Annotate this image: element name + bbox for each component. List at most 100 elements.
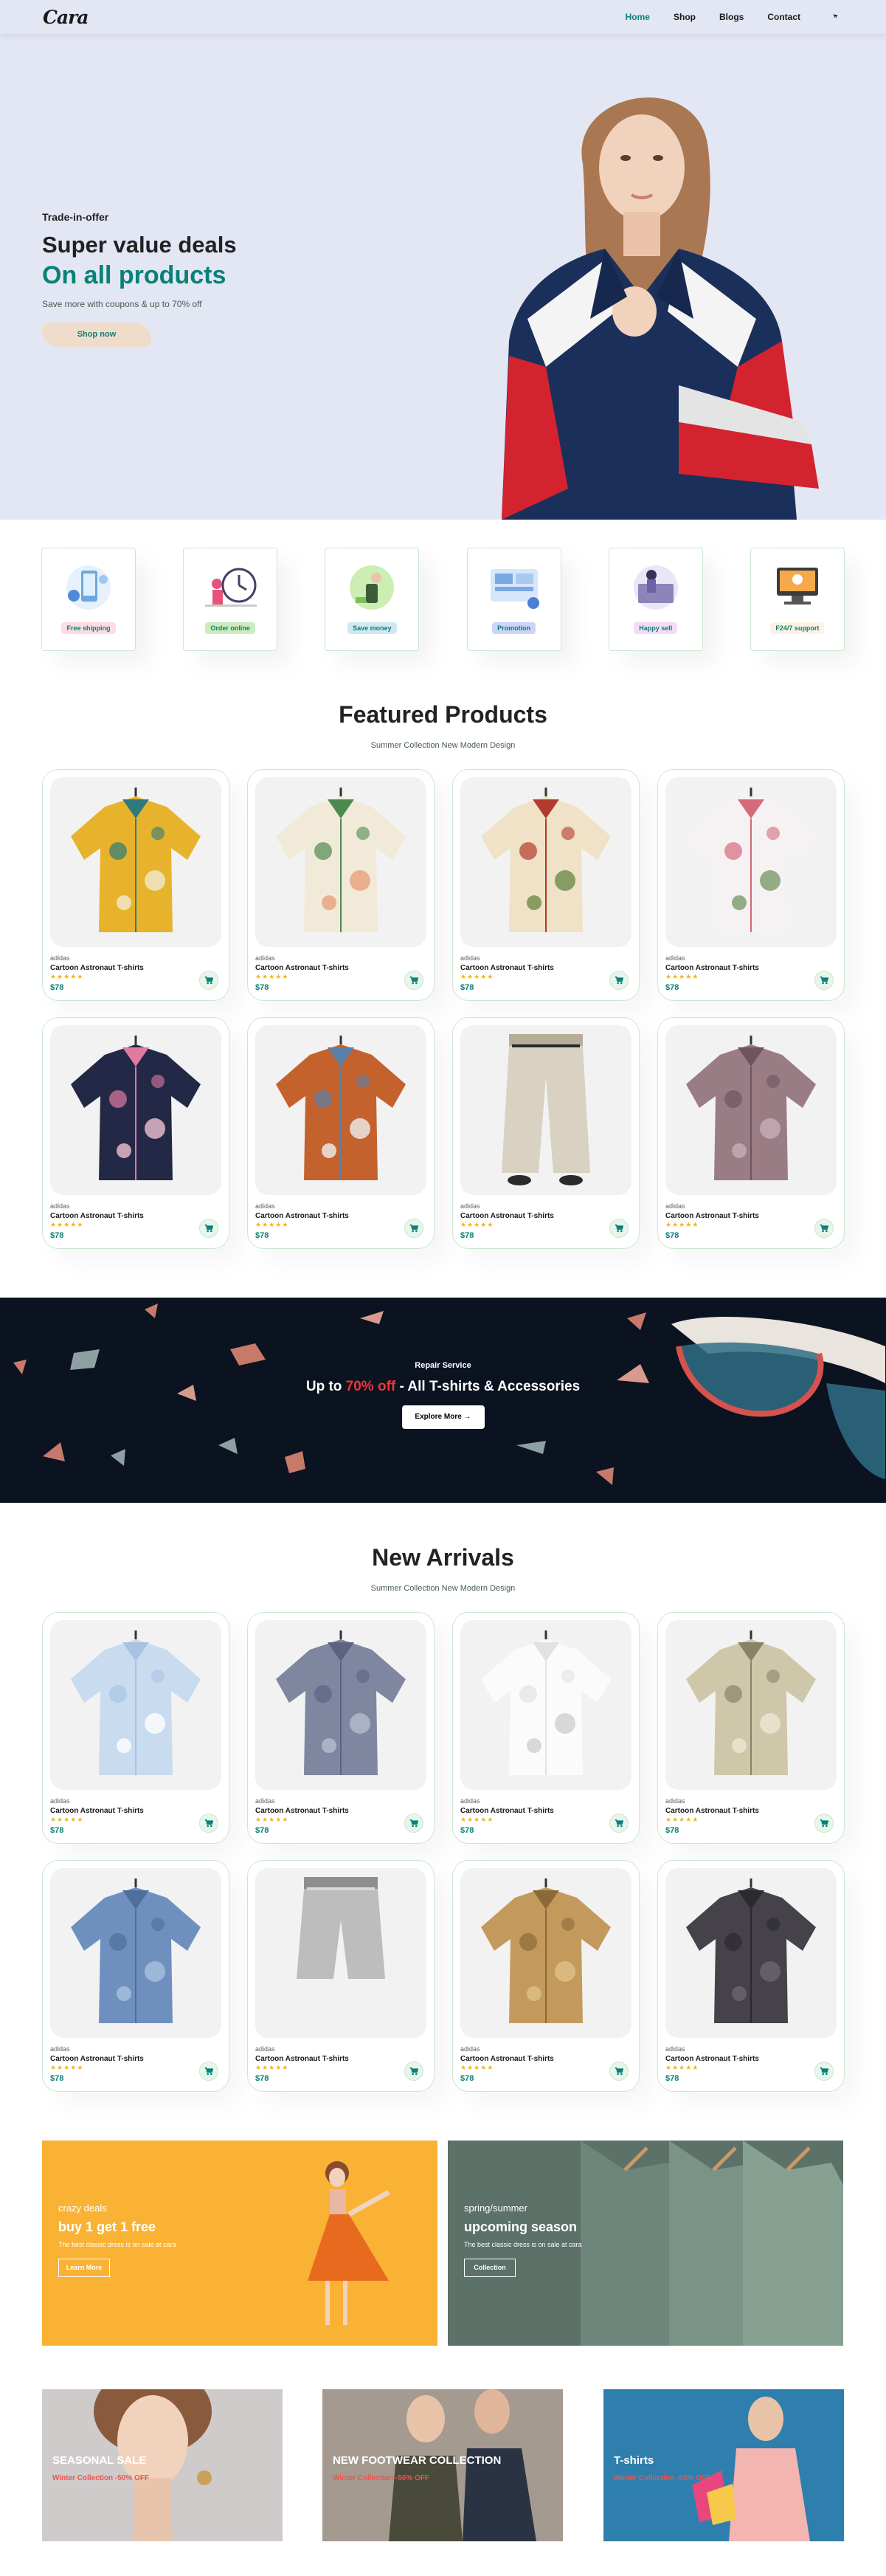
nav-cart[interactable] <box>812 10 837 24</box>
product-image-frame <box>460 1868 631 2038</box>
product-card[interactable]: adidas Cartoon Astronaut T-shirts ★★★★★ $78 <box>452 769 640 1001</box>
product-card[interactable]: adidas Cartoon Astronaut T-shirts ★★★★★ $78 <box>452 1017 640 1249</box>
add-to-cart-button[interactable] <box>404 2062 423 2081</box>
product-price: $78 <box>50 1231 64 1240</box>
star-icon: ★ <box>672 974 679 981</box>
cart-icon <box>409 1224 418 1232</box>
star-icon: ★ <box>282 974 289 981</box>
star-icon: ★ <box>57 1816 64 1824</box>
add-to-cart-button[interactable] <box>404 971 423 990</box>
product-price: $78 <box>665 2074 679 2083</box>
add-to-cart-button[interactable] <box>404 1814 423 1833</box>
add-to-cart-button[interactable] <box>814 2062 834 2081</box>
product-brand: adidas <box>665 1202 685 1210</box>
add-to-cart-button[interactable] <box>609 1219 629 1238</box>
product-image <box>255 777 426 947</box>
product-brand: adidas <box>665 954 685 962</box>
add-to-cart-button[interactable] <box>199 2062 218 2081</box>
product-price: $78 <box>665 1826 679 1835</box>
product-card[interactable]: adidas Cartoon Astronaut T-shirts ★★★★★ $78 <box>247 1017 435 1249</box>
product-card[interactable]: adidas Cartoon Astronaut T-shirts ★★★★★ $78 <box>42 1612 229 1844</box>
product-card[interactable]: adidas Cartoon Astronaut T-shirts ★★★★★ $78 <box>657 1017 845 1249</box>
cart-icon <box>409 976 418 984</box>
nav-home[interactable]: Home <box>614 12 662 22</box>
product-card[interactable]: adidas Cartoon Astronaut T-shirts ★★★★★ $78 <box>657 1612 845 1844</box>
support-icon <box>776 568 818 605</box>
product-card[interactable]: adidas Cartoon Astronaut T-shirts ★★★★★ $78 <box>452 1860 640 2092</box>
product-rating: ★★★★★ <box>460 1222 631 1229</box>
product-card[interactable]: adidas Cartoon Astronaut T-shirts ★★★★★ $78 <box>42 1860 229 2092</box>
star-icon: ★ <box>474 2064 481 2072</box>
banner-tshirts[interactable]: T-shirts Winter Collection -50% OFF <box>603 2389 844 2541</box>
star-icon: ★ <box>63 1816 71 1824</box>
cart-icon <box>820 1224 828 1232</box>
explore-more-button[interactable]: Explore More → <box>401 1405 485 1429</box>
cart-icon <box>204 2067 213 2075</box>
add-to-cart-button[interactable] <box>814 1219 834 1238</box>
product-rating: ★★★★★ <box>665 974 837 981</box>
promo-crazy-deals: crazy deals buy 1 get 1 free The best cl… <box>42 2141 437 2346</box>
cart-icon <box>204 976 213 984</box>
nav-contact[interactable]: Contact <box>755 12 812 22</box>
product-price: $78 <box>460 2074 474 2083</box>
product-image-frame <box>50 1620 221 1790</box>
star-icon: ★ <box>77 974 84 981</box>
hero-text: Trade-in-offer Super value deals On all … <box>42 211 237 347</box>
banner-new-footwear[interactable]: NEW FOOTWEAR COLLECTION Winter Collectio… <box>322 2389 563 2541</box>
add-to-cart-button[interactable] <box>199 1219 218 1238</box>
add-to-cart-button[interactable] <box>814 971 834 990</box>
free-shipping-icon <box>66 565 111 610</box>
cart-icon <box>615 976 623 984</box>
logo[interactable]: Cara <box>43 7 89 28</box>
product-brand: adidas <box>255 2045 275 2053</box>
star-icon: ★ <box>77 1222 84 1229</box>
product-image <box>255 1868 426 2038</box>
banner-seasonal-sale[interactable]: SEASONAL SALE Winter Collection -50% OFF <box>42 2389 283 2541</box>
star-icon: ★ <box>50 1816 58 1824</box>
star-icon: ★ <box>70 974 77 981</box>
add-to-cart-button[interactable] <box>814 1814 834 1833</box>
product-card[interactable]: adidas Cartoon Astronaut T-shirts ★★★★★ $78 <box>42 769 229 1001</box>
product-card[interactable]: adidas Cartoon Astronaut T-shirts ★★★★★ $78 <box>247 1612 435 1844</box>
promo-description: The best classic dress is on sale at car… <box>58 2241 176 2248</box>
nav-blogs[interactable]: Blogs <box>707 12 755 22</box>
star-icon: ★ <box>460 1222 468 1229</box>
product-name: Cartoon Astronaut T-shirts <box>665 2055 759 2063</box>
star-icon: ★ <box>480 2064 488 2072</box>
arrivals-title: New Arrivals <box>372 1544 514 1571</box>
product-card[interactable]: adidas Cartoon Astronaut T-shirts ★★★★★ $78 <box>42 1017 229 1249</box>
promo-model-image <box>308 2161 390 2325</box>
add-to-cart-button[interactable] <box>609 2062 629 2081</box>
product-image <box>460 1868 631 2038</box>
product-rating: ★★★★★ <box>50 2064 221 2072</box>
star-icon: ★ <box>282 2064 289 2072</box>
add-to-cart-button[interactable] <box>609 971 629 990</box>
product-price: $78 <box>460 1826 474 1835</box>
learn-more-button[interactable]: Learn More <box>58 2259 110 2277</box>
nav-shop[interactable]: Shop <box>662 12 707 22</box>
add-to-cart-button[interactable] <box>199 971 218 990</box>
star-icon: ★ <box>275 974 283 981</box>
product-card[interactable]: adidas Cartoon Astronaut T-shirts ★★★★★ $78 <box>247 769 435 1001</box>
product-card[interactable]: adidas Cartoon Astronaut T-shirts ★★★★★ $78 <box>452 1612 640 1844</box>
product-card[interactable]: adidas Cartoon Astronaut T-shirts ★★★★★ $78 <box>657 1860 845 2092</box>
add-to-cart-button[interactable] <box>199 1814 218 1833</box>
product-card[interactable]: adidas Cartoon Astronaut T-shirts ★★★★★ $78 <box>657 769 845 1001</box>
product-name: Cartoon Astronaut T-shirts <box>50 1212 144 1220</box>
hero-section: Trade-in-offer Super value deals On all … <box>0 34 886 520</box>
product-name: Cartoon Astronaut T-shirts <box>50 964 144 972</box>
star-icon: ★ <box>467 974 474 981</box>
feature-label: Happy sell <box>634 622 678 634</box>
add-to-cart-button[interactable] <box>404 1219 423 1238</box>
save-money-icon <box>350 565 395 610</box>
product-name: Cartoon Astronaut T-shirts <box>255 1212 349 1220</box>
shop-now-button[interactable]: Shop now <box>42 323 151 347</box>
product-brand: adidas <box>50 954 70 962</box>
collection-button[interactable]: Collection <box>464 2259 516 2277</box>
small-banner-text: T-shirts Winter Collection -50% OFF <box>614 2454 710 2482</box>
product-image-frame <box>665 1620 837 1790</box>
add-to-cart-button[interactable] <box>609 1814 629 1833</box>
star-icon: ★ <box>692 1222 699 1229</box>
product-card[interactable]: adidas Cartoon Astronaut T-shirts ★★★★★ $78 <box>247 1860 435 2092</box>
cart-icon[interactable] <box>824 10 837 22</box>
